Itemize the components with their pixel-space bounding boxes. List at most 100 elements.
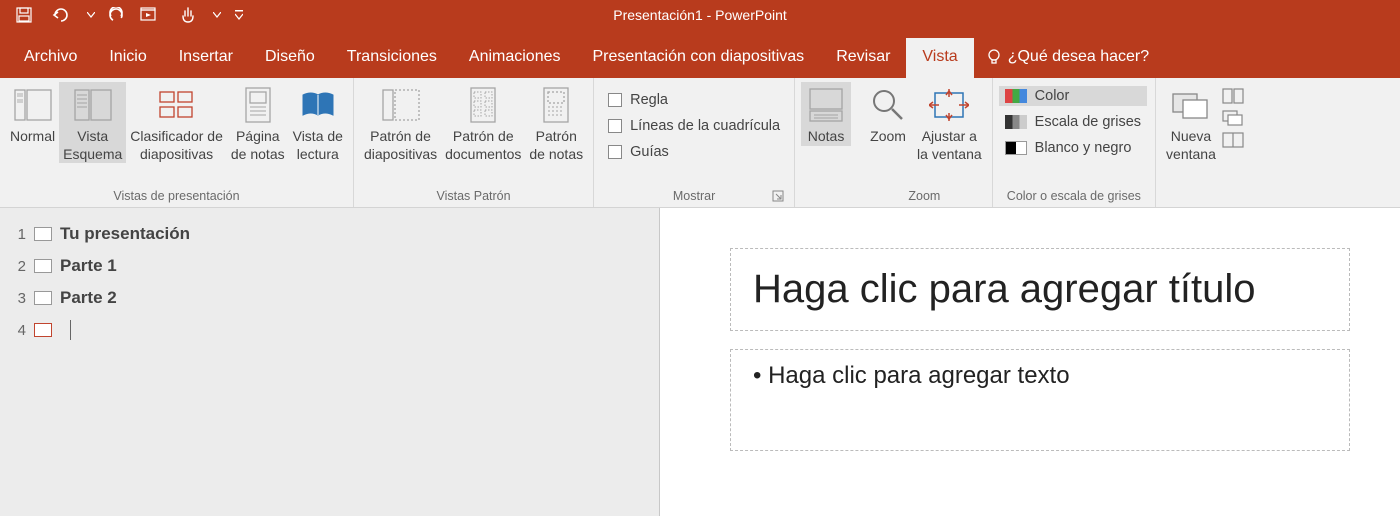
notes-page-button[interactable]: Páginade notas [227, 82, 289, 163]
slide-master-button[interactable]: Patrón dediapositivas [360, 82, 441, 163]
fit-to-window-icon [928, 84, 970, 126]
window-title: Presentación1 - PowerPoint [613, 7, 787, 23]
ruler-checkbox[interactable]: Regla [608, 92, 780, 108]
cascade-icon [1222, 110, 1244, 126]
group-label-vistas-presentacion: Vistas de presentación [6, 186, 347, 207]
outline-slide-title: Parte 1 [60, 256, 117, 276]
bw-swatch-icon [1005, 141, 1027, 155]
ribbon: Normal VistaEsquema Clasificador dediapo… [0, 78, 1400, 208]
group-label-ventana-spacer [1162, 186, 1244, 207]
handout-master-icon [462, 84, 504, 126]
tab-insertar[interactable]: Insertar [163, 38, 249, 78]
redo-button[interactable] [102, 2, 130, 28]
outline-view-icon [72, 84, 114, 126]
group-label-notas-spacer [801, 186, 851, 207]
slide-thumb-icon [34, 259, 52, 273]
arrange-all-icon [1222, 88, 1244, 104]
title-placeholder-text: Haga clic para agregar título [753, 267, 1327, 312]
tab-vista[interactable]: Vista [906, 38, 973, 78]
workspace: 1 Tu presentación 2 Parte 1 3 Parte 2 4 … [0, 208, 1400, 516]
slide-thumb-icon [34, 291, 52, 305]
start-from-beginning-button[interactable] [136, 2, 164, 28]
group-label-mostrar: Mostrar [600, 186, 788, 207]
grayscale-swatch-icon [1005, 115, 1027, 129]
group-zoom: Zoom Ajustar ala ventana Zoom [857, 78, 993, 207]
qat-customize-dropdown[interactable] [234, 10, 244, 20]
qat-items [10, 2, 244, 28]
outline-slide-title: Parte 2 [60, 288, 117, 308]
group-label-color: Color o escala de grises [999, 186, 1149, 207]
zoom-icon [867, 84, 909, 126]
new-window-button[interactable]: Nuevaventana [1162, 82, 1220, 163]
group-ventana: Nuevaventana [1156, 78, 1250, 207]
notes-master-icon [535, 84, 577, 126]
outline-item[interactable]: 3 Parte 2 [12, 282, 647, 314]
outline-pane[interactable]: 1 Tu presentación 2 Parte 1 3 Parte 2 4 [0, 208, 660, 516]
color-mode-button[interactable]: Color [999, 86, 1147, 106]
body-placeholder-text: • Haga clic para agregar texto [753, 362, 1327, 390]
group-color-escala: Color Escala de grises Blanco y negro Co… [993, 78, 1156, 207]
slide-thumb-icon [34, 323, 52, 337]
outline-slide-number: 2 [12, 258, 26, 275]
notes-master-button[interactable]: Patrónde notas [525, 82, 587, 163]
slide-editor[interactable]: Haga clic para agregar título • Haga cli… [660, 208, 1400, 516]
outline-item[interactable]: 2 Parte 1 [12, 250, 647, 282]
notes-button[interactable]: Notas [801, 82, 851, 146]
save-button[interactable] [10, 2, 38, 28]
normal-view-button[interactable]: Normal [6, 82, 59, 146]
group-label-vistas-patron: Vistas Patrón [360, 186, 587, 207]
tab-inicio[interactable]: Inicio [93, 38, 162, 78]
body-placeholder[interactable]: • Haga clic para agregar texto [730, 349, 1350, 451]
tab-diseno[interactable]: Diseño [249, 38, 331, 78]
tab-archivo[interactable]: Archivo [8, 38, 93, 78]
lightbulb-icon [986, 48, 1002, 66]
reading-view-button[interactable]: Vista delectura [289, 82, 347, 163]
undo-button[interactable] [44, 2, 80, 28]
slide-sorter-icon [156, 84, 198, 126]
touch-mode-dropdown[interactable] [212, 12, 222, 18]
zoom-button[interactable]: Zoom [863, 82, 913, 146]
notes-page-icon [237, 84, 279, 126]
group-label-zoom: Zoom [863, 186, 986, 207]
tab-revisar[interactable]: Revisar [820, 38, 906, 78]
tab-animaciones[interactable]: Animaciones [453, 38, 577, 78]
arrange-all-button[interactable] [1222, 88, 1244, 104]
fit-to-window-button[interactable]: Ajustar ala ventana [913, 82, 986, 163]
slide-sorter-button[interactable]: Clasificador dediapositivas [126, 82, 227, 163]
normal-view-icon [12, 84, 54, 126]
ribbon-tabs: Archivo Inicio Insertar Diseño Transicio… [0, 30, 1400, 78]
outline-item[interactable]: 1 Tu presentación [12, 218, 647, 250]
black-white-mode-button[interactable]: Blanco y negro [1005, 140, 1141, 156]
slide-master-icon [380, 84, 422, 126]
group-mostrar: Regla Líneas de la cuadrícula Guías Most… [594, 78, 795, 207]
text-cursor [70, 320, 71, 340]
cascade-button[interactable] [1222, 110, 1244, 126]
new-window-icon [1170, 84, 1212, 126]
title-placeholder[interactable]: Haga clic para agregar título [730, 248, 1350, 331]
move-split-icon [1222, 132, 1244, 148]
notes-icon [805, 84, 847, 126]
undo-dropdown[interactable] [86, 12, 96, 18]
mostrar-dialog-launcher[interactable] [772, 190, 786, 204]
outline-slide-number: 3 [12, 290, 26, 307]
outline-slide-number: 1 [12, 226, 26, 243]
guides-checkbox[interactable]: Guías [608, 144, 780, 160]
outline-slide-number: 4 [12, 322, 26, 339]
group-vistas-presentacion: Normal VistaEsquema Clasificador dediapo… [0, 78, 354, 207]
slide-thumb-icon [34, 227, 52, 241]
tell-me-search[interactable]: ¿Qué desea hacer? [974, 38, 1161, 78]
outline-item[interactable]: 4 [12, 314, 647, 346]
grayscale-mode-button[interactable]: Escala de grises [1005, 114, 1141, 130]
outline-slide-title: Tu presentación [60, 224, 190, 244]
handout-master-button[interactable]: Patrón dedocumentos [441, 82, 525, 163]
quick-access-toolbar: Presentación1 - PowerPoint [0, 0, 1400, 30]
group-notas: Notas [795, 78, 857, 207]
tab-transiciones[interactable]: Transiciones [331, 38, 453, 78]
tell-me-label: ¿Qué desea hacer? [1008, 48, 1149, 66]
group-vistas-patron: Patrón dediapositivas Patrón dedocumento… [354, 78, 594, 207]
touch-mode-button[interactable] [170, 2, 206, 28]
gridlines-checkbox[interactable]: Líneas de la cuadrícula [608, 118, 780, 134]
tab-presentacion-diapositivas[interactable]: Presentación con diapositivas [577, 38, 821, 78]
move-split-button[interactable] [1222, 132, 1244, 148]
outline-view-button[interactable]: VistaEsquema [59, 82, 126, 163]
